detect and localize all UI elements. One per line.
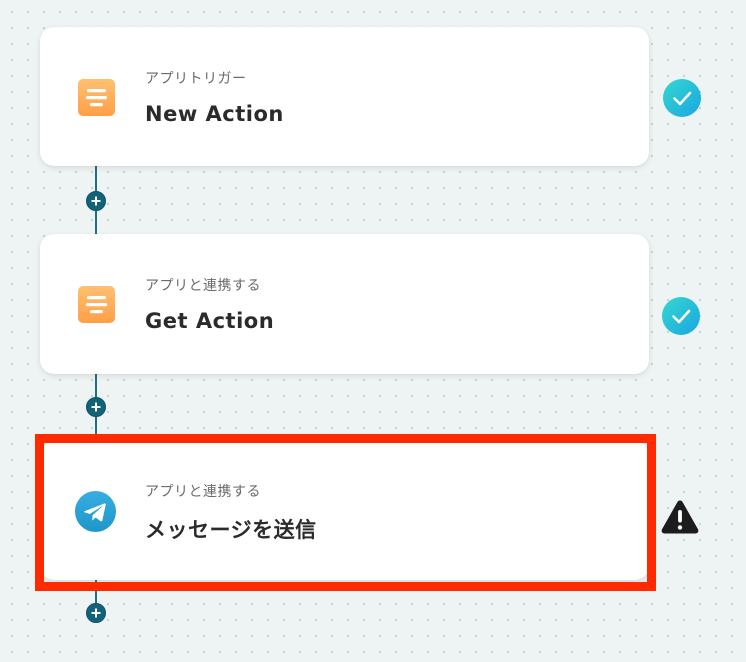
add-step-button[interactable] — [86, 191, 106, 211]
step-type-label: アプリと連携する — [145, 278, 261, 294]
app-icon — [78, 286, 115, 323]
step-title: Get Action — [145, 309, 275, 333]
workflow-step-card[interactable]: アプリと連携する Get Action — [40, 234, 649, 374]
add-step-button[interactable] — [86, 603, 106, 623]
add-step-button[interactable] — [86, 397, 106, 417]
check-icon — [662, 297, 700, 335]
check-icon — [663, 79, 701, 117]
warning-icon — [661, 500, 699, 534]
step-type-label: アプリと連携する — [145, 484, 261, 500]
step-title: New Action — [145, 102, 284, 126]
app-icon — [78, 79, 115, 116]
workflow-step-card[interactable]: アプリと連携する メッセージを送信 — [40, 441, 649, 580]
telegram-icon — [75, 491, 116, 532]
step-title: メッセージを送信 — [145, 518, 317, 542]
workflow-step-card[interactable]: アプリトリガー New Action — [40, 27, 649, 166]
step-type-label: アプリトリガー — [145, 71, 247, 87]
